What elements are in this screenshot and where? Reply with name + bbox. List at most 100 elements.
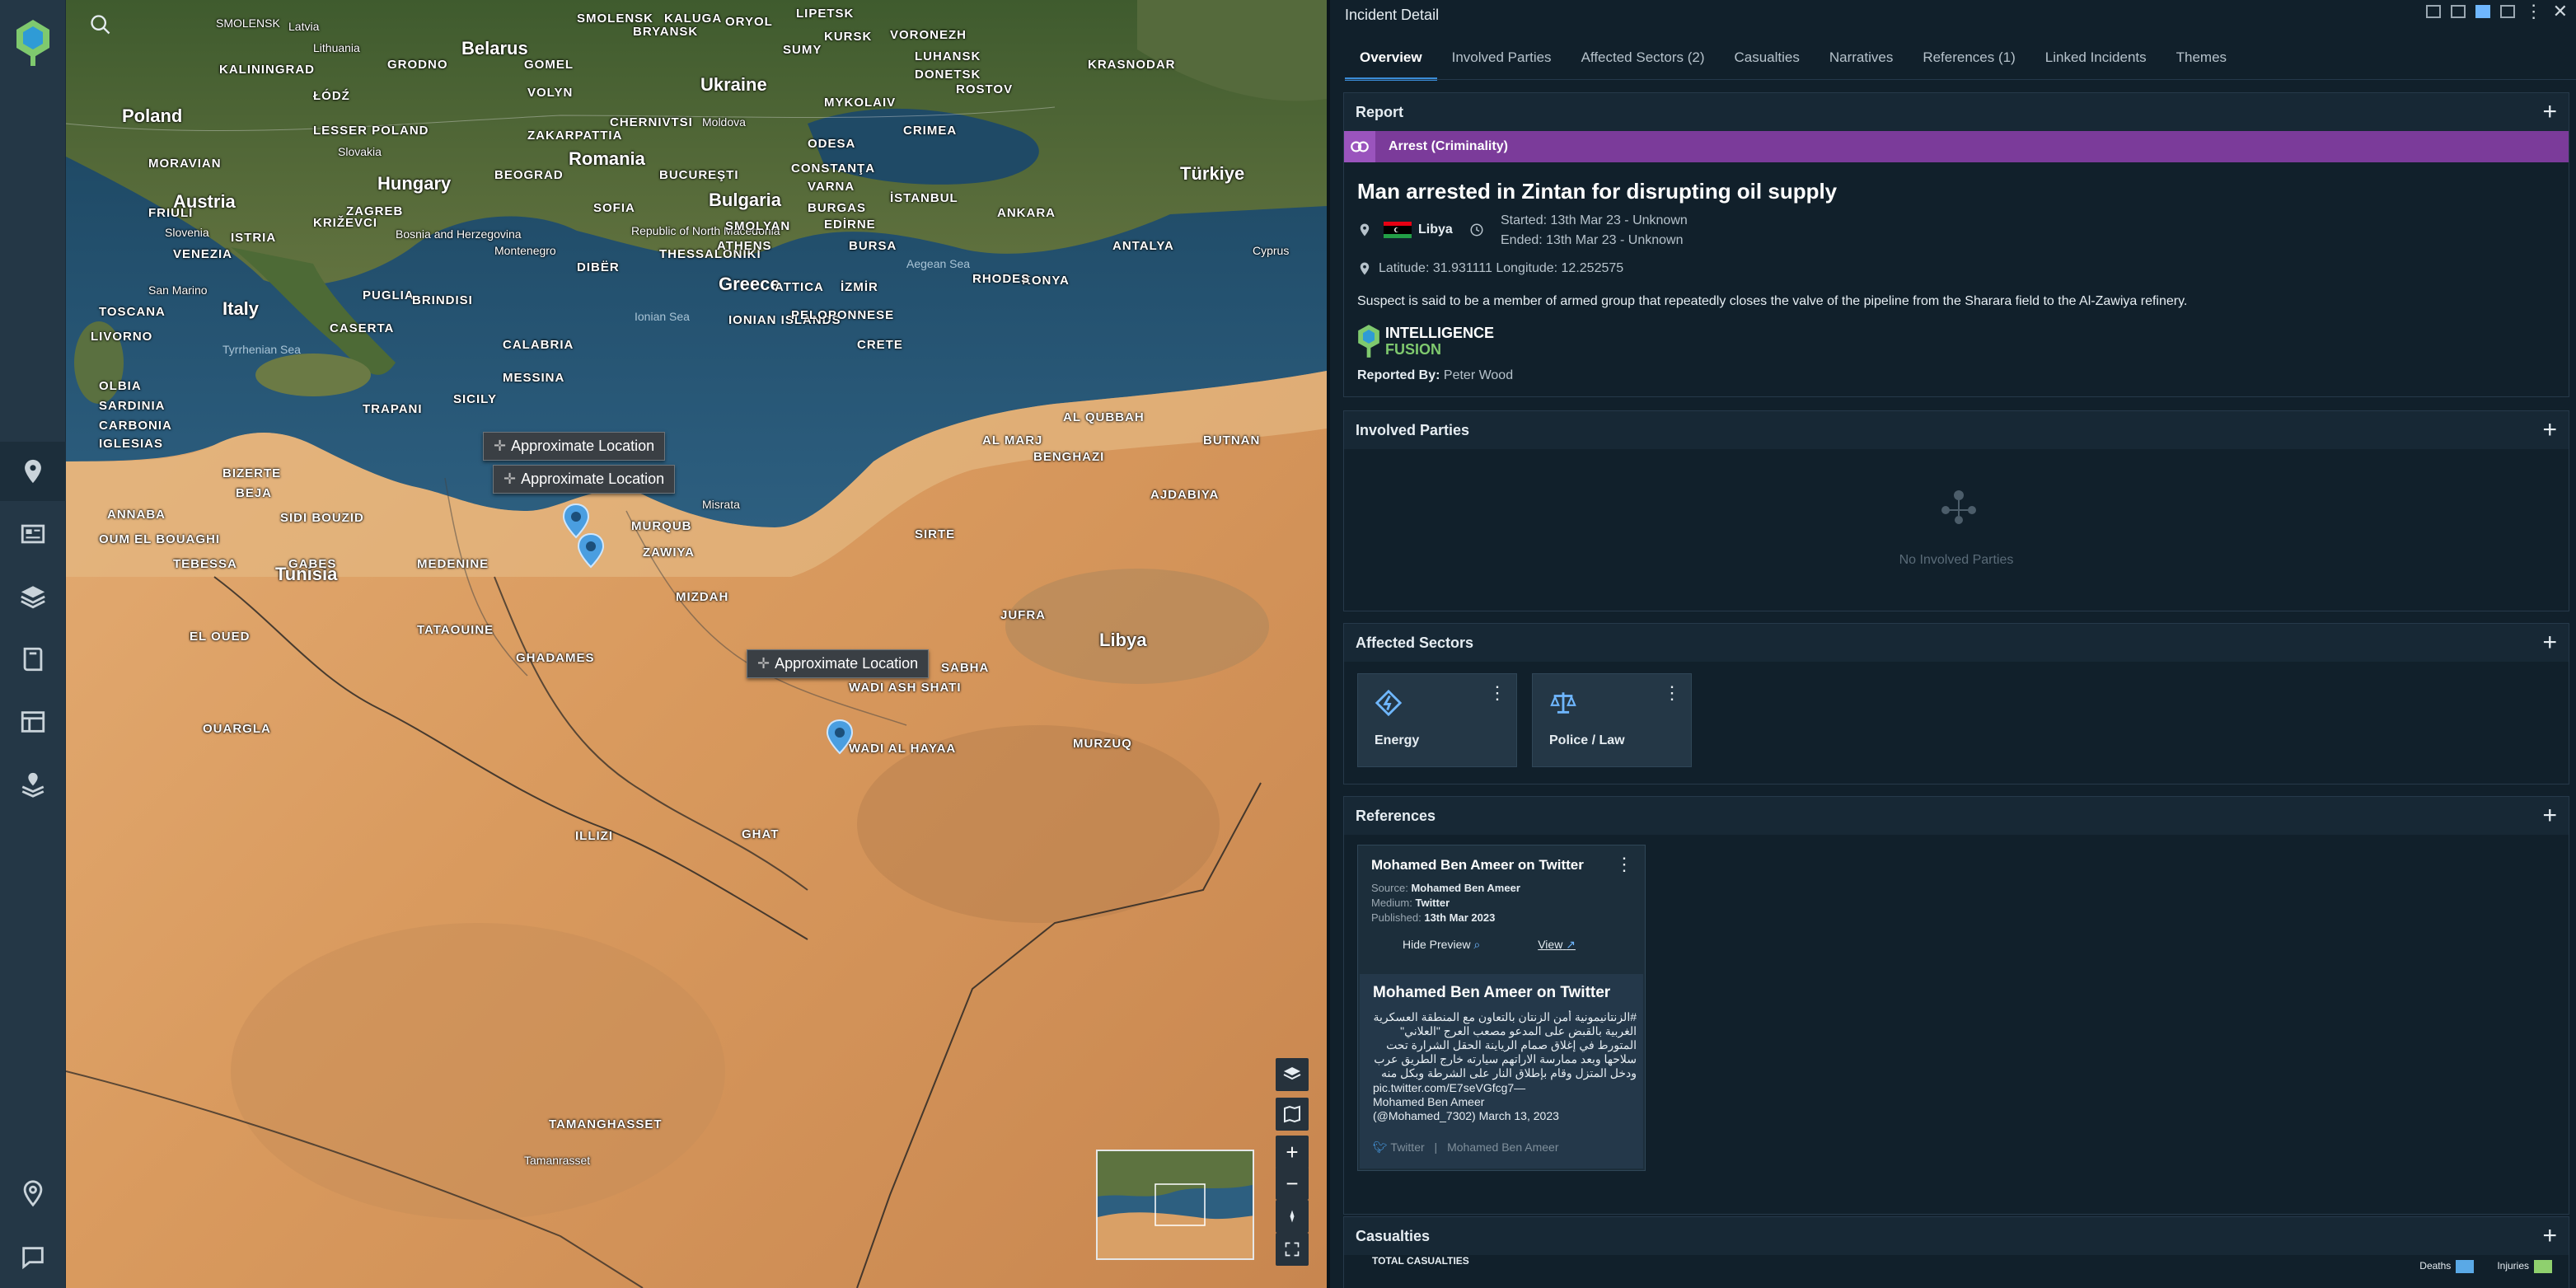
- sector-card-police-law[interactable]: ⋮ Police / Law: [1532, 673, 1692, 767]
- add-involved-party-icon[interactable]: +: [2542, 416, 2557, 444]
- map-label-rhodes: RHODES: [972, 272, 1031, 286]
- incident-pin-icon[interactable]: [577, 532, 605, 569]
- tab-linked-incidents[interactable]: Linked Incidents: [2030, 44, 2161, 81]
- tab-involved-parties[interactable]: Involved Parties: [1437, 44, 1567, 81]
- legend-deaths: Deaths: [2419, 1260, 2475, 1273]
- nav-book-icon[interactable]: [0, 630, 66, 689]
- map-label-wadi-al-hayaa: WADI AL HAYAA: [849, 742, 957, 756]
- map-label-crimea: CRIMEA: [903, 124, 958, 138]
- reference-menu-icon[interactable]: ⋮: [1615, 854, 1633, 875]
- map-label-sabha: SABHA: [941, 661, 990, 675]
- sector-menu-icon[interactable]: ⋮: [1663, 682, 1681, 704]
- nav-location-icon[interactable]: [0, 1164, 66, 1223]
- nav-feedback-icon[interactable]: [0, 1228, 66, 1287]
- involved-parties-heading: Involved Parties: [1356, 421, 1470, 438]
- search-icon: ⌕: [1473, 938, 1481, 951]
- map-label-burgas: BURGAS: [808, 201, 867, 215]
- map-label-voronezh: VORONEZH: [890, 28, 967, 42]
- tab-divider: [1345, 79, 2576, 80]
- map-label-bosnia: Bosnia and Herzegovina: [396, 227, 522, 241]
- nav-stack-pin-icon[interactable]: [0, 755, 66, 814]
- reported-by-name: Peter Wood: [1443, 368, 1514, 382]
- layout-split-icon[interactable]: [2425, 5, 2441, 18]
- nav-news-icon[interactable]: [0, 504, 66, 564]
- layout-popout-icon[interactable]: [2499, 5, 2515, 18]
- tab-overview[interactable]: Overview: [1345, 44, 1437, 81]
- zoom-in-icon[interactable]: +: [1276, 1136, 1309, 1169]
- map-label-lipetsk: LIPETSK: [796, 7, 855, 21]
- report-section: Report + Arrest (Criminality) Man arrest…: [1343, 92, 2569, 397]
- nav-layers-icon[interactable]: [0, 567, 66, 626]
- map-label-trapani: TRAPANI: [363, 402, 423, 416]
- category-banner: Arrest (Criminality): [1344, 131, 2569, 162]
- intelligence-fusion-logo: INTELLIGENCE FUSION: [1357, 324, 1494, 358]
- tab-casualties[interactable]: Casualties: [1719, 44, 1814, 81]
- layout-columns-icon[interactable]: [2475, 5, 2490, 18]
- map-label-venezia: VENEZIA: [173, 247, 233, 261]
- map-label-al-qubbah: AL QUBBAH: [1063, 410, 1145, 424]
- approx-location-label[interactable]: ✛ Approximate Location: [493, 465, 676, 494]
- close-icon[interactable]: ✕: [2553, 2, 2568, 21]
- compass-icon[interactable]: [1276, 1200, 1309, 1233]
- view-link[interactable]: View ↗: [1538, 938, 1576, 952]
- map-label-zakarpattia: ZAKARPATTIA: [527, 129, 623, 143]
- tab-references[interactable]: References (1): [1908, 44, 2030, 81]
- add-report-icon[interactable]: +: [2542, 98, 2557, 126]
- map-basemap-icon[interactable]: [1276, 1098, 1309, 1131]
- map-label-crete: CRETE: [857, 338, 903, 352]
- sector-name: Energy: [1375, 733, 1420, 747]
- tab-themes[interactable]: Themes: [2161, 44, 2241, 81]
- map-label-antalya: ANTALYA: [1112, 239, 1174, 253]
- panel-title: Incident Detail: [1345, 7, 1440, 23]
- map-label-gabes: GABES: [288, 557, 337, 571]
- tab-narratives[interactable]: Narratives: [1815, 44, 1908, 81]
- app-logo-icon[interactable]: [15, 18, 51, 66]
- fullscreen-icon[interactable]: [1276, 1233, 1309, 1266]
- map-label-attica: ATTICA: [775, 280, 824, 294]
- map-label-beograd: BEOGRAD: [494, 168, 564, 182]
- map-label-greece: Greece: [719, 274, 780, 294]
- map-label-lodz: ŁÓDŹ: [313, 89, 350, 103]
- map-layers-icon[interactable]: [1276, 1058, 1309, 1091]
- layout-full-icon[interactable]: [2450, 5, 2466, 18]
- tab-affected-sectors[interactable]: Affected Sectors (2): [1567, 44, 1720, 81]
- add-casualty-icon[interactable]: +: [2542, 1222, 2557, 1250]
- overview-minimap[interactable]: [1096, 1150, 1254, 1260]
- approx-location-label[interactable]: ✛ Approximate Location: [747, 649, 930, 678]
- nav-map-pin-icon[interactable]: [0, 442, 66, 501]
- map-label-krizevci: KRIŽEVCI: [313, 216, 378, 230]
- add-sector-icon[interactable]: +: [2542, 629, 2557, 657]
- map-label-messina: MESSINA: [503, 371, 565, 385]
- affected-sectors-section: Affected Sectors + ⋮ Energy ⋮ Police / L…: [1343, 623, 2569, 785]
- sector-card-energy[interactable]: ⋮ Energy: [1357, 673, 1517, 767]
- brand-top: INTELLIGENCE: [1385, 325, 1495, 341]
- map-label-bucuresti: BUCUREŞTI: [659, 168, 739, 182]
- more-vert-icon[interactable]: ⋮: [2525, 2, 2543, 21]
- location-pin-icon: [1360, 223, 1370, 237]
- incident-pin-icon[interactable]: [826, 719, 854, 755]
- total-casualties-label: TOTAL CASUALTIES: [1372, 1255, 1469, 1267]
- tweet-link[interactable]: pic.twitter.com/E7seVGfcg7—: [1373, 1081, 1637, 1095]
- map-label-istria: ISTRIA: [231, 231, 277, 245]
- map-label-istanbul: İstanbul: [890, 191, 958, 205]
- map-label-livorno: LIVORNO: [91, 330, 153, 344]
- scales-icon: [1550, 692, 1576, 714]
- add-reference-icon[interactable]: +: [2542, 802, 2557, 830]
- map-label-kaliningrad: KALININGRAD: [219, 63, 315, 77]
- ended-date: Ended: 13th Mar 23 - Unknown: [1501, 233, 1684, 247]
- map-view[interactable]: Poland Belarus Ukraine Austria Hungary R…: [66, 0, 1327, 1288]
- map-label-annaba: ANNABA: [107, 508, 166, 522]
- map-label-sardinia: SARDINIA: [99, 399, 166, 413]
- sector-menu-icon[interactable]: ⋮: [1488, 682, 1506, 704]
- approx-location-label[interactable]: ✛ Approximate Location: [483, 432, 666, 461]
- reported-by-label: Reported By:: [1357, 368, 1440, 382]
- coordinates-row: Latitude: 31.931111 Longitude: 12.252575: [1357, 261, 1623, 276]
- map-label-ajdabiya: AJDABIYA: [1150, 488, 1220, 502]
- detail-tabs: Overview Involved Parties Affected Secto…: [1345, 44, 2241, 81]
- nav-table-icon[interactable]: [0, 692, 66, 752]
- map-search-icon[interactable]: [84, 8, 117, 41]
- map-label-izmir: İZMİR: [841, 280, 878, 294]
- hide-preview-button[interactable]: Hide Preview ⌕: [1403, 938, 1480, 952]
- zoom-out-icon[interactable]: −: [1276, 1167, 1309, 1200]
- reference-actions: Hide Preview ⌕ View ↗: [1403, 938, 1576, 952]
